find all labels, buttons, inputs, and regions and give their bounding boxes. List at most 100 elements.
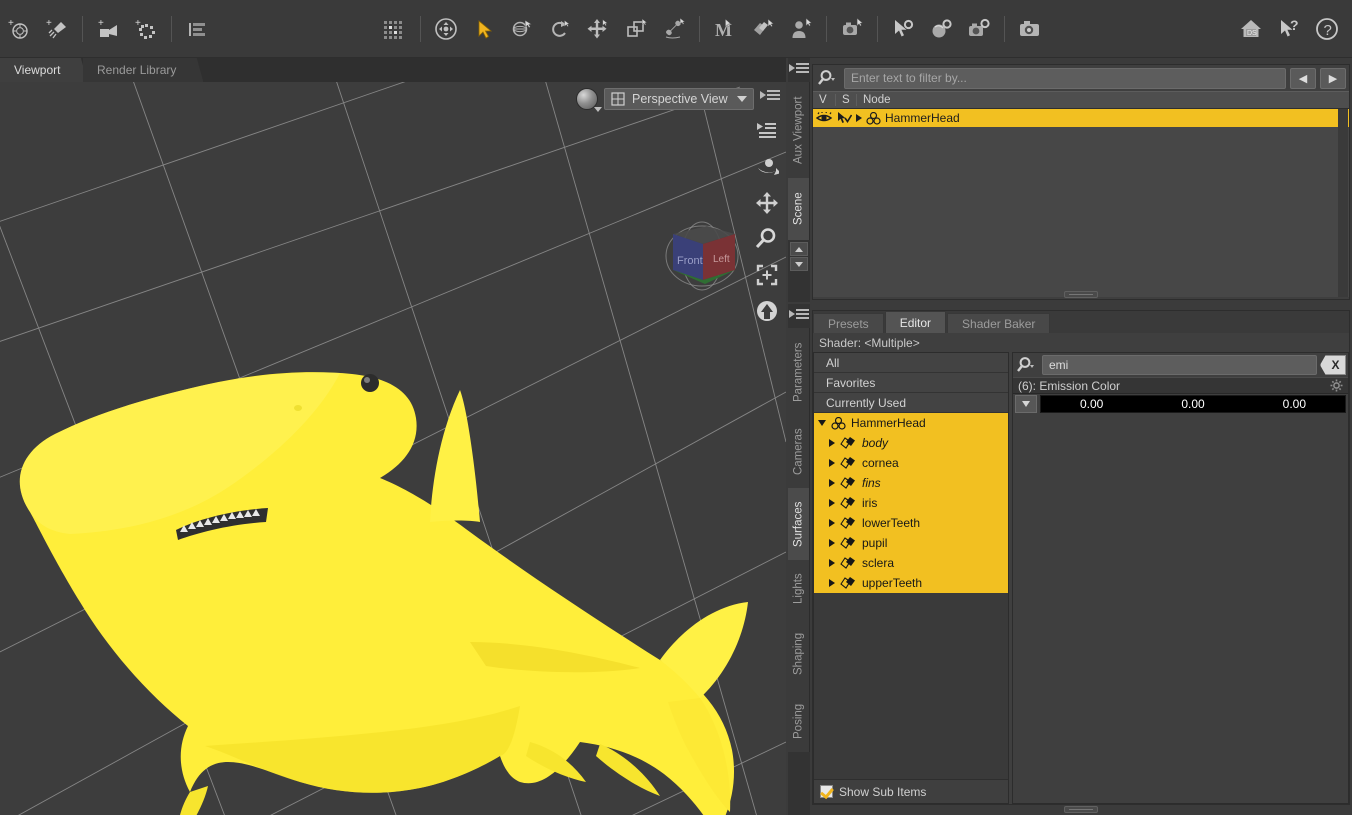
scene-col-selected[interactable]: S xyxy=(835,94,856,106)
dock-tab-aux-viewport[interactable]: Aux Viewport xyxy=(788,82,810,178)
dock-menu-icon-upper[interactable] xyxy=(789,62,811,82)
surface-item-pupil[interactable]: pupil xyxy=(814,533,1008,553)
pan-camera-icon[interactable] xyxy=(754,190,780,216)
show-sub-items-row[interactable]: Show Sub Items xyxy=(814,779,1008,803)
perspective-view-dropdown[interactable]: Perspective View xyxy=(604,88,754,110)
search-icon[interactable] xyxy=(1015,354,1039,376)
universal-tool-icon[interactable] xyxy=(429,12,463,46)
eye-icon[interactable] xyxy=(816,112,833,124)
create-group-icon[interactable]: + xyxy=(129,12,163,46)
dock-tab-lights[interactable]: Lights xyxy=(788,560,810,618)
emission-color-g[interactable]: 0.00 xyxy=(1142,397,1243,411)
scene-nav-next-button[interactable]: ▶ xyxy=(1320,67,1346,89)
expand-arrow-icon[interactable] xyxy=(829,459,835,467)
surface-item-lowerteeth[interactable]: lowerTeeth xyxy=(814,513,1008,533)
dock-menu-icon-lower[interactable] xyxy=(789,308,811,328)
home-icon[interactable]: DS xyxy=(1234,12,1268,46)
expand-arrow-icon[interactable] xyxy=(829,439,835,447)
rotate-icon[interactable] xyxy=(543,12,577,46)
surface-list-item-all[interactable]: All xyxy=(814,353,1008,373)
expand-arrow-icon[interactable] xyxy=(829,539,835,547)
list-icon[interactable] xyxy=(180,12,214,46)
sphere-settings-icon[interactable] xyxy=(924,12,958,46)
surface-list-item-currently-used[interactable]: Currently Used xyxy=(814,393,1008,413)
surface-item-cornea[interactable]: cornea xyxy=(814,453,1008,473)
mesh-grabber-icon[interactable]: M xyxy=(708,12,742,46)
help-pointer-icon[interactable]: ? xyxy=(1272,12,1306,46)
create-node-icon[interactable]: + xyxy=(2,12,36,46)
surface-list-item-favorites[interactable]: Favorites xyxy=(814,373,1008,393)
selection-pointer-icon[interactable] xyxy=(837,111,852,125)
emission-color-b[interactable]: 0.00 xyxy=(1244,397,1345,411)
scene-tree-body[interactable]: HammerHead xyxy=(813,109,1349,297)
viewport-options-icon[interactable] xyxy=(754,118,780,144)
surface-item-body[interactable]: body xyxy=(814,433,1008,453)
scale-icon[interactable] xyxy=(619,12,653,46)
reset-camera-icon[interactable] xyxy=(754,298,780,324)
tab-shader-baker[interactable]: Shader Baker xyxy=(947,313,1051,333)
tab-render-library[interactable]: Render Library xyxy=(83,58,204,82)
render-settings-icon[interactable] xyxy=(962,12,996,46)
clear-filter-button[interactable]: X xyxy=(1320,355,1346,375)
expand-arrow-icon[interactable] xyxy=(829,499,835,507)
dock-tab-posing[interactable]: Posing xyxy=(788,690,810,752)
viewport-3d[interactable]: Perspective View Front Left xyxy=(0,82,786,815)
gear-icon[interactable] xyxy=(1330,379,1343,392)
pointer-settings-icon[interactable] xyxy=(886,12,920,46)
show-sub-items-checkbox[interactable] xyxy=(820,785,833,798)
create-light-icon[interactable]: + xyxy=(40,12,74,46)
rotate-orbit-icon[interactable] xyxy=(505,12,539,46)
property-group-header[interactable]: (6): Emission Color xyxy=(1013,377,1348,394)
scene-row-hammerhead[interactable]: HammerHead xyxy=(813,109,1349,127)
expand-arrow-icon[interactable] xyxy=(856,114,862,122)
node-selection-icon[interactable] xyxy=(467,12,501,46)
dock-tab-cameras[interactable]: Cameras xyxy=(788,416,810,488)
scene-nav-prev-button[interactable]: ◀ xyxy=(1290,67,1316,89)
surface-item-sclera[interactable]: sclera xyxy=(814,553,1008,573)
scene-vertical-scrollbar[interactable] xyxy=(1338,109,1348,297)
surface-item-upperteeth[interactable]: upperTeeth xyxy=(814,573,1008,593)
shading-ball-icon[interactable] xyxy=(576,88,602,112)
tab-editor[interactable]: Editor xyxy=(884,311,947,333)
emission-color-expand-button[interactable] xyxy=(1015,395,1037,413)
orbit-camera-icon[interactable] xyxy=(754,154,780,180)
panel-splitter-grip[interactable] xyxy=(1064,291,1098,298)
collapse-arrow-icon[interactable] xyxy=(818,420,826,426)
expand-arrow-icon[interactable] xyxy=(829,559,835,567)
surface-item-fins[interactable]: fins xyxy=(814,473,1008,493)
render-icon[interactable] xyxy=(1013,12,1047,46)
grid-icon[interactable] xyxy=(378,12,412,46)
scene-col-visible[interactable]: V xyxy=(813,94,835,106)
scene-col-node[interactable]: Node xyxy=(856,94,1349,106)
property-filter-input[interactable] xyxy=(1042,355,1317,375)
tab-viewport[interactable]: Viewport xyxy=(0,58,88,82)
translate-icon[interactable] xyxy=(581,12,615,46)
surface-selection-icon[interactable] xyxy=(746,12,780,46)
zoom-camera-icon[interactable] xyxy=(754,226,780,252)
emission-color-fields[interactable]: 0.00 0.00 0.00 xyxy=(1040,395,1346,413)
surface-item-iris[interactable]: iris xyxy=(814,493,1008,513)
dock-tab-shaping[interactable]: Shaping xyxy=(788,618,810,690)
viewport-canvas[interactable] xyxy=(0,82,786,815)
surface-list[interactable]: All Favorites Currently Used HammerHead … xyxy=(813,352,1009,804)
viewport-menu-icon[interactable] xyxy=(760,89,782,109)
emission-color-r[interactable]: 0.00 xyxy=(1041,397,1142,411)
dock-tab-parameters[interactable]: Parameters xyxy=(788,328,810,416)
dock-tab-scene[interactable]: Scene xyxy=(788,178,810,240)
help-icon[interactable]: ? xyxy=(1310,12,1344,46)
tab-presets[interactable]: Presets xyxy=(813,313,884,333)
dock-scroll-up-button[interactable] xyxy=(790,242,808,256)
spot-render-icon[interactable] xyxy=(835,12,869,46)
expand-arrow-icon[interactable] xyxy=(829,479,835,487)
expand-arrow-icon[interactable] xyxy=(829,579,835,587)
frame-selection-icon[interactable] xyxy=(754,262,780,288)
property-list-body[interactable] xyxy=(1013,414,1348,803)
surface-tree[interactable]: HammerHead body cornea fins iris lowerTe… xyxy=(814,413,1008,779)
dock-scroll-down-button[interactable] xyxy=(790,257,808,271)
search-icon[interactable] xyxy=(816,67,840,89)
expand-arrow-icon[interactable] xyxy=(829,519,835,527)
bottom-splitter-grip[interactable] xyxy=(1064,806,1098,813)
bone-icon[interactable] xyxy=(657,12,691,46)
surface-tree-root[interactable]: HammerHead xyxy=(814,413,1008,433)
view-navigation-cube[interactable]: Front Left xyxy=(657,212,747,300)
